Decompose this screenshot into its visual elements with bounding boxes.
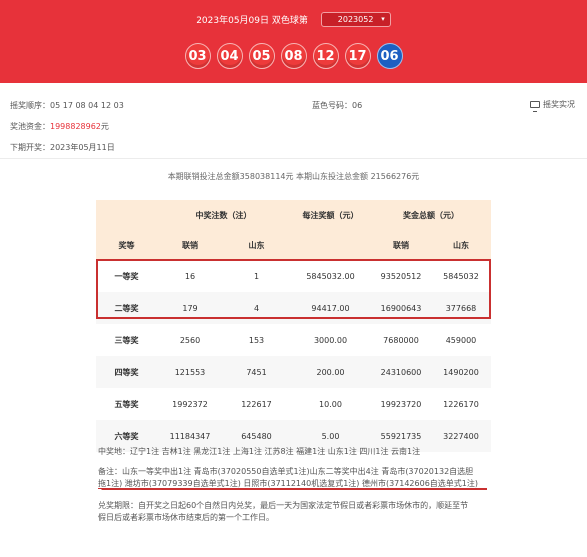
table-cell: 7451 <box>223 356 290 388</box>
table-cell: 24310600 <box>371 356 431 388</box>
red-ball: 08 <box>280 43 307 69</box>
prize-pool: 奖池资金：1998828962元 <box>10 121 109 132</box>
table-cell: 200.00 <box>290 356 371 388</box>
claim-line-2: 假日后或者彩票市场休市结束后的第一个工作日。 <box>98 513 274 522</box>
red-ball: 12 <box>312 43 339 69</box>
table-header: 奖等 <box>96 230 157 260</box>
table-header <box>290 230 371 260</box>
table-cell: 10.00 <box>319 399 342 409</box>
red-ball: 17 <box>344 43 371 69</box>
table-cell: 1992372 <box>172 399 208 409</box>
top-prizes-highlight <box>96 259 491 319</box>
prize-pool-label: 奖池资金： <box>10 122 50 131</box>
divider <box>0 158 587 159</box>
table-cell: 2560 <box>179 335 201 345</box>
remark-highlight <box>101 465 487 490</box>
sales-summary: 本期联销投注总金额358038114元 本期山东投注总金额 21566276元 <box>167 172 420 181</box>
blue-number-value: 06 <box>352 101 363 110</box>
table-cell: 7680000 <box>383 335 419 345</box>
prize-pool-unit: 元 <box>100 122 109 131</box>
table-cell: 1490200 <box>431 356 491 388</box>
table-header: 中奖注数（注） <box>157 200 290 230</box>
table-cell: 122617 <box>241 399 272 409</box>
draw-order-value: 05 17 08 04 12 03 <box>50 101 124 110</box>
winning-numbers: 03 04 05 08 12 17 06 <box>0 43 587 69</box>
table-row: 五等奖 1992372 122617 10.00 19923720 122617… <box>96 388 491 420</box>
lottery-name: 双色球第 <box>271 16 308 26</box>
table-header-row: 中奖注数（注） 每注奖额（元） 奖金总额（元） <box>96 200 491 230</box>
winner-locations: 中奖地：辽宁1注 吉林1注 黑龙江1注 上海1注 江苏8注 福建1注 山东1注 … <box>98 447 421 456</box>
next-draw-label: 下期开奖： <box>10 143 50 152</box>
table-cell: 19923720 <box>380 399 422 409</box>
table-cell: 1226170 <box>443 399 479 409</box>
prize-level: 四等奖 <box>96 356 157 388</box>
issue-select-value: 2023052 <box>337 15 374 24</box>
draw-video-label: 摇奖实况 <box>543 100 575 109</box>
next-draw-value: 2023年05月11日 <box>50 143 115 152</box>
issue-select[interactable]: 2023052 ▾ <box>320 12 391 27</box>
table-cell: 3000.00 <box>313 335 348 345</box>
draw-heading: 2023年05月09日 双色球第 2023052 ▾ <box>0 12 587 27</box>
table-cell: 121553 <box>157 356 223 388</box>
draw-order: 摇奖顺序：05 17 08 04 12 03 <box>10 100 124 111</box>
table-header: 每注奖额（元） <box>290 200 371 230</box>
claim-line-1: 兑奖期限：自开奖之日起60个自然日内兑奖，最后一天为国家法定节假日或者彩票市场休… <box>98 501 469 510</box>
red-ball: 04 <box>216 43 243 69</box>
draw-video-link[interactable]: 摇奖实况 <box>530 99 575 112</box>
prize-table: 中奖注数（注） 每注奖额（元） 奖金总额（元） 奖等 联销 山东 联销 山东 一… <box>96 200 491 452</box>
table-row: 四等奖 121553 7451 200.00 24310600 1490200 <box>96 356 491 388</box>
monitor-icon <box>530 101 540 112</box>
blue-number-label: 蓝色号码： <box>312 101 352 110</box>
table-header: 山东 <box>431 230 491 260</box>
prize-level: 五等奖 <box>114 399 139 409</box>
blue-ball: 06 <box>376 43 403 69</box>
prize-pool-value: 1998828962 <box>50 122 101 131</box>
table-header <box>96 200 157 230</box>
chevron-down-icon: ▾ <box>381 15 385 23</box>
table-header-row: 奖等 联销 山东 联销 山东 <box>96 230 491 260</box>
draw-date: 2023年05月09日 <box>196 16 270 26</box>
blue-number: 蓝色号码：06 <box>312 100 362 111</box>
red-ball: 03 <box>184 43 211 69</box>
red-ball: 05 <box>248 43 275 69</box>
draw-banner: 2023年05月09日 双色球第 2023052 ▾ 03 04 05 08 1… <box>0 0 587 83</box>
draw-order-label: 摇奖顺序： <box>10 101 50 110</box>
table-row: 三等奖 2560 153 3000.00 7680000 459000 <box>96 324 491 356</box>
claim-deadline: 兑奖期限：自开奖之日起60个自然日内兑奖，最后一天为国家法定节假日或者彩票市场休… <box>98 500 490 524</box>
next-draw: 下期开奖：2023年05月11日 <box>10 142 115 153</box>
table-header: 山东 <box>223 230 290 260</box>
table-header: 联销 <box>157 230 223 260</box>
table-header: 联销 <box>371 230 431 260</box>
table-header: 奖金总额（元） <box>371 200 491 230</box>
prize-level: 三等奖 <box>114 335 139 345</box>
table-cell: 153 <box>248 335 265 345</box>
table-cell: 459000 <box>445 335 477 345</box>
